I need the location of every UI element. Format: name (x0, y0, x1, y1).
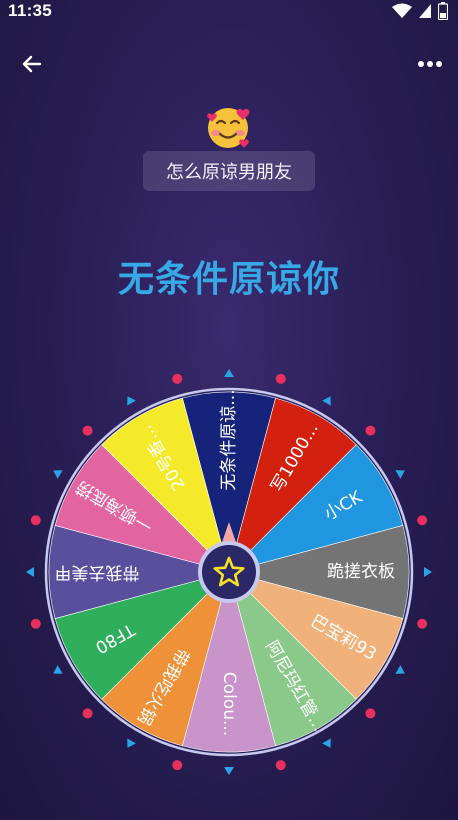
rim-dot (365, 425, 376, 436)
rim-dot (82, 425, 93, 436)
rim-marker (127, 738, 136, 748)
rim-marker (395, 470, 405, 479)
wheel-segment-label-group: Colou... (219, 672, 239, 736)
rim-dot (172, 373, 183, 384)
wheel-segment-label: 无条件原谅... (219, 389, 239, 490)
rim-marker (224, 767, 234, 775)
wheel-segment-label: Colou... (219, 672, 239, 736)
rim-marker (53, 470, 63, 479)
wheel-segment-label-group: 无条件原谅... (219, 389, 239, 490)
prize-wheel[interactable]: 无条件原谅... 写1000...小CK跪搓衣板巴宝莉93阿尼玛红管...Colo… (0, 0, 458, 820)
spin-button[interactable] (202, 545, 256, 599)
rim-marker (322, 738, 331, 748)
rim-marker (224, 369, 234, 377)
rim-dot (30, 515, 41, 526)
wheel-segment-label-group: 跪搓衣板 (327, 562, 395, 582)
rim-dot (417, 618, 428, 629)
wheel-segment-label-group: 带我去美甲 (55, 562, 140, 582)
rim-marker (26, 567, 34, 577)
rim-marker (395, 665, 405, 674)
rim-dot (365, 708, 376, 719)
rim-dot (275, 760, 286, 771)
wheel-segment-label: 跪搓衣板 (327, 562, 395, 582)
rim-dot (30, 618, 41, 629)
rim-marker (322, 396, 331, 406)
rim-dot (275, 373, 286, 384)
rim-dot (172, 760, 183, 771)
rim-marker (53, 665, 63, 674)
rim-dot (417, 515, 428, 526)
wheel-segment-label: 带我去美甲 (55, 562, 140, 582)
rim-marker (424, 567, 432, 577)
rim-dot (82, 708, 93, 719)
rim-marker (127, 396, 136, 406)
